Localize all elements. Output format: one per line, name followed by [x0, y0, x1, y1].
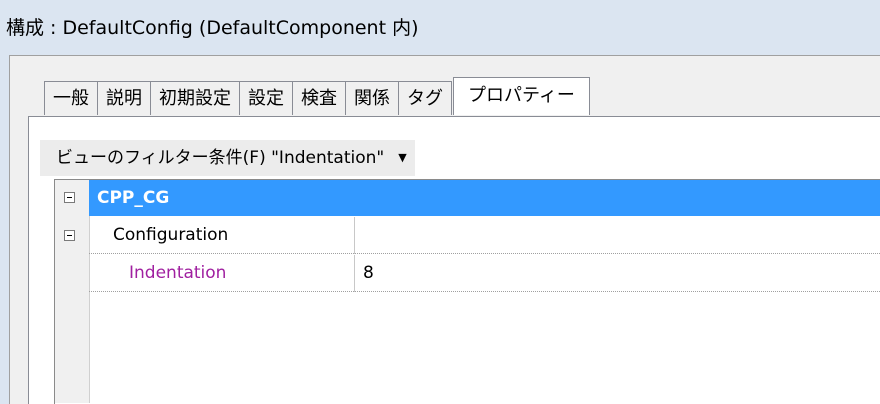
row-separator — [89, 253, 880, 254]
tab-relations[interactable]: 関係 — [345, 81, 399, 115]
tab-general[interactable]: 一般 — [44, 81, 98, 115]
column-divider — [354, 255, 355, 292]
dropdown-arrow-icon: ▼ — [398, 151, 407, 164]
property-row[interactable]: Indentation 8 — [55, 255, 880, 292]
tab-tags[interactable]: タグ — [398, 81, 452, 115]
category-label: CPP_CG — [97, 188, 170, 208]
selected-row-highlight — [89, 180, 880, 216]
property-value[interactable]: 8 — [363, 255, 374, 292]
view-filter-dropdown[interactable]: ビューのフィルター条件(F) "Indentation" ▼ — [40, 140, 415, 176]
tab-bar: 一般 説明 初期設定 設定 検査 関係 タグ プロパティー — [44, 77, 590, 115]
tab-description[interactable]: 説明 — [97, 81, 151, 115]
property-name: Indentation — [129, 263, 227, 283]
subcategory-label: Configuration — [113, 225, 229, 245]
tab-initial-settings[interactable]: 初期設定 — [150, 81, 240, 115]
collapse-icon[interactable] — [64, 192, 75, 203]
view-filter-label: ビューのフィルター条件(F) "Indentation" — [56, 148, 385, 168]
tab-settings[interactable]: 設定 — [239, 81, 293, 115]
category-row[interactable]: CPP_CG — [55, 180, 880, 216]
tab-properties[interactable]: プロパティー — [453, 77, 590, 115]
tab-checks[interactable]: 検査 — [292, 81, 346, 115]
column-divider — [354, 217, 355, 254]
collapse-icon[interactable] — [64, 230, 75, 241]
window-title: 構成 : DefaultConfig (DefaultComponent 内) — [6, 17, 419, 39]
subcategory-row[interactable]: Configuration — [55, 217, 880, 254]
row-separator — [89, 291, 880, 292]
